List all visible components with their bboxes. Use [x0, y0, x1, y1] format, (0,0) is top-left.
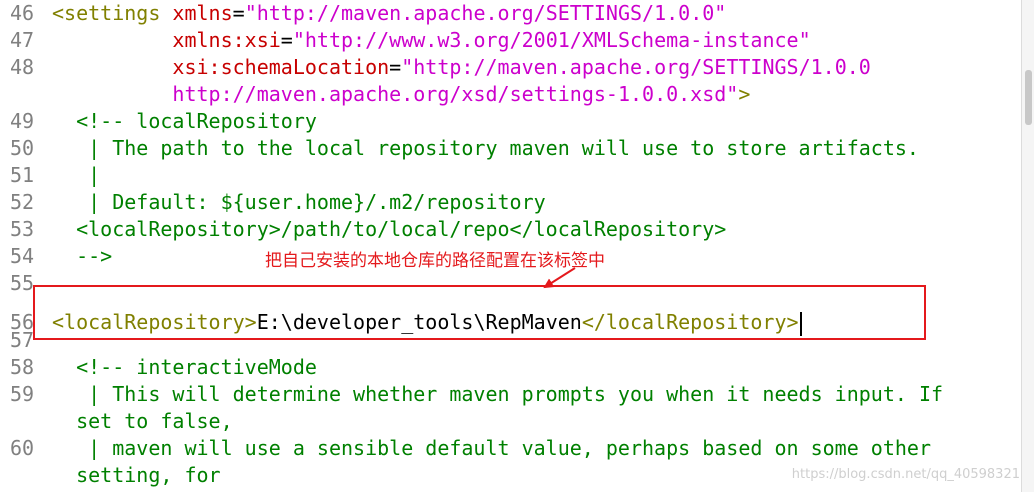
line-number: 54 — [10, 244, 35, 268]
token-attr: xmlns — [172, 1, 233, 25]
token-txt: = — [389, 55, 402, 79]
code-line[interactable]: 52 | Default: ${user.home}/.m2/repositor… — [0, 189, 1020, 216]
line-content: | The path to the local repository maven… — [52, 135, 919, 162]
line-number: 46 — [10, 1, 35, 25]
token-tag: <settings — [52, 1, 173, 25]
code-line[interactable]: set to false, — [0, 408, 1020, 435]
token-cmt: <!-- localRepository — [52, 109, 317, 133]
code-line[interactable]: 53 <localRepository>/path/to/local/repo<… — [0, 216, 1020, 243]
code-line[interactable]: 59 | This will determine whether maven p… — [0, 381, 1020, 408]
line-content: | This will determine whether maven prom… — [52, 381, 943, 408]
token-val: "http://www.w3.org/2001/XMLSchema-instan… — [292, 28, 811, 52]
line-number: 53 — [10, 217, 35, 241]
token-attr: xmlns:xsi — [172, 28, 281, 52]
token-val: http://maven.apache.org/xsd/settings-1.0… — [172, 82, 739, 106]
code-line[interactable]: 46 <settings xmlns="http://maven.apache.o… — [0, 0, 1020, 27]
line-number: 58 — [10, 355, 35, 379]
line-number: 52 — [10, 190, 35, 214]
scrollbar-thumb[interactable] — [1025, 70, 1032, 125]
token-txt: = — [280, 28, 293, 52]
line-content: setting, for — [52, 462, 221, 489]
line-number: 59 — [10, 382, 35, 406]
code-line[interactable]: 49 <!-- localRepository — [0, 108, 1020, 135]
line-number: 55 — [10, 271, 35, 295]
token-cmt: <localRepository>/path/to/local/repo</lo… — [52, 217, 727, 241]
line-content: <!-- interactiveMode — [52, 354, 317, 381]
line-content: | — [52, 162, 100, 189]
token-attr: xsi:schemaLocation — [172, 55, 390, 79]
line-content: <!-- localRepository — [52, 108, 317, 135]
code-line[interactable]: 58 <!-- interactiveMode — [0, 354, 1020, 381]
code-line[interactable]: 51 | — [0, 162, 1020, 189]
line-content: set to false, — [52, 408, 233, 435]
code-line[interactable]: 57 — [0, 327, 1020, 354]
code-line[interactable]: 55 — [0, 270, 1020, 297]
token-cmt: setting, for — [52, 463, 221, 487]
line-content: xsi:schemaLocation="http://maven.apache.… — [52, 54, 871, 81]
line-content: http://maven.apache.org/xsd/settings-1.0… — [52, 81, 750, 108]
code-line[interactable]: 50 | The path to the local repository ma… — [0, 135, 1020, 162]
token-val: "http://maven.apache.org/SETTINGS/1.0.0 — [401, 55, 871, 79]
line-number: 60 — [10, 436, 35, 460]
code-line[interactable]: 48 xsi:schemaLocation="http://maven.apac… — [0, 54, 1020, 81]
line-number: 49 — [10, 109, 35, 133]
line-number: 48 — [10, 55, 35, 79]
line-content: xmlns:xsi="http://www.w3.org/2001/XMLSch… — [52, 27, 811, 54]
watermark: https://blog.csdn.net/qq_40598321 — [791, 467, 1020, 482]
line-number: 50 — [10, 136, 35, 160]
line-content: <localRepository>/path/to/local/repo</lo… — [52, 216, 726, 243]
line-number: 51 — [10, 163, 35, 187]
token-cmt: --> — [52, 244, 113, 268]
annotation-label: 把自己安装的本地仓库的路径配置在该标签中 — [265, 251, 605, 271]
token-cmt: | maven will use a sensible default valu… — [52, 436, 931, 460]
line-content: | maven will use a sensible default valu… — [52, 435, 931, 462]
token-cmt: set to false, — [52, 409, 233, 433]
token-tag: > — [738, 82, 751, 106]
token-txt: = — [232, 1, 245, 25]
code-line[interactable]: 60 | maven will use a sensible default v… — [0, 435, 1020, 462]
code-line[interactable]: http://maven.apache.org/xsd/settings-1.0… — [0, 81, 1020, 108]
line-content: | Default: ${user.home}/.m2/repository — [52, 189, 546, 216]
token-cmt: | Default: ${user.home}/.m2/repository — [52, 190, 546, 214]
token-cmt: <!-- interactiveMode — [52, 355, 317, 379]
vertical-scrollbar[interactable] — [1021, 0, 1034, 492]
line-number: 57 — [10, 328, 35, 352]
code-line[interactable]: 47 xmlns:xsi="http://www.w3.org/2001/XML… — [0, 27, 1020, 54]
token-cmt: | The path to the local repository maven… — [52, 136, 919, 160]
line-number: 47 — [10, 28, 35, 52]
token-cmt: | — [52, 163, 101, 187]
token-cmt: | This will determine whether maven prom… — [52, 382, 944, 406]
line-content: --> — [52, 243, 112, 270]
token-val: "http://maven.apache.org/SETTINGS/1.0.0" — [244, 1, 727, 25]
line-content: <settings xmlns="http://maven.apache.org… — [52, 0, 726, 27]
